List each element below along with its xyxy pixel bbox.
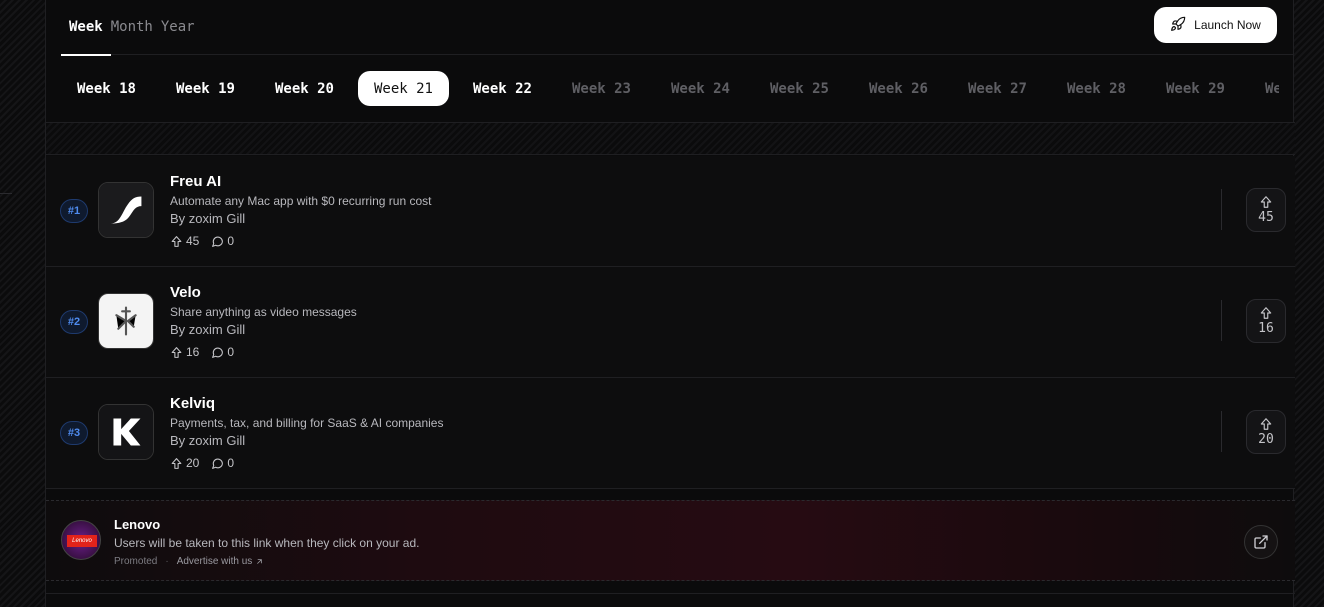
velo-logo	[98, 293, 154, 349]
upvote-stat: 20	[170, 456, 199, 470]
week-pill-24[interactable]: Week 24	[655, 71, 746, 106]
vote-count: 45	[1258, 210, 1274, 225]
period-tabs: Week Month Year	[61, 0, 195, 56]
upvote-count: 45	[186, 234, 200, 248]
upvote-icon	[171, 235, 182, 247]
product-author: By zoxim Gill	[170, 433, 246, 448]
product-tagline: Automate any Mac app with $0 recurring r…	[170, 194, 432, 208]
product-author: By zoxim Gill	[170, 211, 246, 226]
launch-now-button[interactable]: Launch Now	[1154, 7, 1277, 43]
freu-logo	[98, 182, 154, 238]
week-pill-27[interactable]: Week 27	[952, 71, 1043, 106]
comment-stat: 0	[211, 345, 234, 359]
week-pill-25[interactable]: Week 25	[754, 71, 845, 106]
promoted-label: Promoted	[114, 556, 158, 567]
external-link-icon	[1254, 535, 1268, 549]
product-tagline: Share anything as video messages	[170, 305, 357, 319]
row-divider	[1221, 300, 1222, 341]
comment-stat: 0	[211, 456, 234, 470]
upvote-button[interactable]: 16	[1246, 299, 1286, 343]
rank-badge: #1	[60, 199, 88, 223]
arrow-up-icon	[1260, 418, 1272, 430]
week-strip: Week 18 Week 19 Week 20 Week 21 Week 22 Week …	[61, 71, 1279, 106]
week-pill-18[interactable]: Week 18	[61, 71, 152, 106]
upvote-count: 16	[186, 345, 200, 359]
arrow-up-right-icon	[257, 559, 263, 564]
product-row[interactable]: #2 Velo Share anything as video messages…	[46, 267, 1295, 378]
product-info: Velo Share anything as video messages By…	[170, 284, 357, 359]
week-pill-19[interactable]: Week 19	[160, 71, 251, 106]
lenovo-logo-text: Lenovo	[67, 535, 97, 547]
product-name[interactable]: Freu AI	[170, 173, 431, 191]
tab-week[interactable]: Week	[61, 0, 111, 56]
arrow-up-icon	[1260, 196, 1272, 208]
week-pill-23[interactable]: Week 23	[556, 71, 647, 106]
ad-description: Users will be taken to this link when th…	[114, 536, 420, 550]
row-divider	[1221, 411, 1222, 452]
bottom-divider	[46, 593, 1295, 594]
product-stats: 45 0	[170, 234, 431, 248]
week-pill-22[interactable]: Week 22	[457, 71, 548, 106]
ad-title: Lenovo	[114, 517, 161, 532]
product-stats: 16 0	[170, 345, 357, 359]
product-list: #1 Freu AI Automate any Mac app with $0 …	[46, 156, 1295, 489]
meta-separator: ·	[165, 556, 169, 567]
week-pill-21[interactable]: Week 21	[358, 71, 449, 106]
top-bar: Week Month Year Launch Now	[61, 0, 1293, 56]
upvote-button[interactable]: 20	[1246, 410, 1286, 454]
upvote-icon	[171, 346, 182, 358]
upvote-button[interactable]: 45	[1246, 188, 1286, 232]
week-selector: Week 18 Week 19 Week 20 Week 21 Week 22 Week …	[46, 55, 1295, 123]
left-edge-mark	[0, 193, 12, 194]
week-pill-29[interactable]: Week 29	[1150, 71, 1241, 106]
product-row[interactable]: #3 Kelviq Payments, tax, and billing for…	[46, 378, 1295, 489]
product-info: Freu AI Automate any Mac app with $0 rec…	[170, 173, 431, 248]
advertise-link[interactable]: Advertise with us	[177, 556, 265, 567]
product-author: By zoxim Gill	[170, 322, 246, 337]
hatched-divider	[46, 123, 1295, 155]
ad-meta: Promoted · Advertise with us	[114, 556, 419, 567]
comment-icon	[212, 347, 224, 358]
launch-now-label: Launch Now	[1194, 18, 1261, 32]
product-tagline: Payments, tax, and billing for SaaS & AI…	[170, 416, 444, 430]
ad-info: Lenovo Users will be taken to this link …	[114, 517, 419, 567]
comment-count: 0	[227, 456, 235, 470]
week-pill-28[interactable]: Week 28	[1051, 71, 1142, 106]
vote-count: 20	[1258, 432, 1274, 447]
row-divider	[1221, 189, 1222, 230]
tab-year[interactable]: Year	[161, 0, 195, 55]
main-panel: Week Month Year Launch Now Week 18 Week 1…	[45, 0, 1295, 607]
tab-month[interactable]: Month	[111, 0, 153, 55]
week-pill-26[interactable]: Week 26	[853, 71, 944, 106]
week-pill-30[interactable]: Week 30	[1249, 71, 1279, 106]
rocket-icon	[1170, 16, 1186, 35]
arrow-up-icon	[1260, 307, 1272, 319]
product-name[interactable]: Kelviq	[170, 395, 443, 413]
upvote-stat: 16	[170, 345, 199, 359]
product-row[interactable]: #1 Freu AI Automate any Mac app with $0 …	[46, 156, 1295, 267]
product-name[interactable]: Velo	[170, 284, 357, 302]
upvote-stat: 45	[170, 234, 199, 248]
comment-icon	[212, 458, 224, 469]
comment-icon	[212, 236, 224, 247]
upvote-icon	[171, 457, 182, 469]
external-link-button[interactable]	[1244, 525, 1278, 559]
rank-badge: #2	[60, 310, 88, 334]
lenovo-logo: Lenovo	[61, 520, 101, 560]
comment-count: 0	[227, 234, 235, 248]
comment-stat: 0	[211, 234, 234, 248]
product-info: Kelviq Payments, tax, and billing for Sa…	[170, 395, 443, 470]
kelviq-logo	[98, 404, 154, 460]
rank-badge: #3	[60, 421, 88, 445]
advertise-label: Advertise with us	[176, 556, 253, 567]
ad-banner[interactable]: Lenovo Lenovo Users will be taken to thi…	[46, 500, 1295, 581]
week-pill-20[interactable]: Week 20	[259, 71, 350, 106]
product-stats: 20 0	[170, 456, 443, 470]
vote-count: 16	[1258, 321, 1274, 336]
upvote-count: 20	[186, 456, 200, 470]
comment-count: 0	[227, 345, 235, 359]
